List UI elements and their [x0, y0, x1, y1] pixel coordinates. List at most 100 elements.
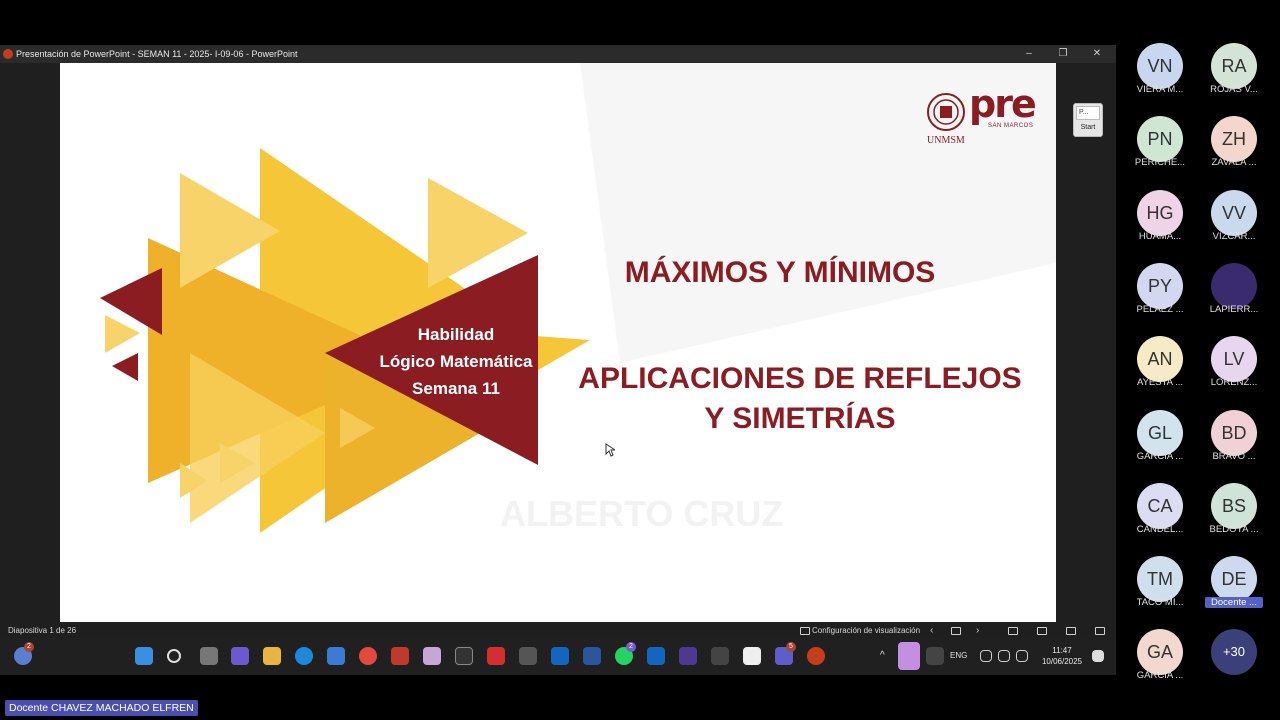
weather-badge: 2	[24, 642, 34, 652]
windows-start-icon[interactable]	[135, 647, 153, 665]
start-presentation-button[interactable]: P... Start	[1073, 103, 1103, 137]
acrobat-icon[interactable]	[487, 647, 505, 665]
slide-decoration	[100, 63, 1056, 533]
close-button[interactable]: ✕	[1080, 45, 1114, 63]
app-icon[interactable]	[391, 647, 409, 665]
copilot-icon[interactable]	[231, 647, 249, 665]
participant-name: GARCIA ...	[1136, 670, 1184, 682]
slide-menu-icon[interactable]	[951, 627, 961, 635]
teams-badge: 5	[786, 642, 796, 652]
participant-tile[interactable]: PN PERICHE...	[1127, 116, 1193, 186]
pen-icon[interactable]	[926, 647, 944, 665]
more-participants-button[interactable]: +30	[1211, 629, 1257, 676]
app2-icon[interactable]	[679, 647, 697, 665]
reading-view-icon[interactable]	[1066, 627, 1076, 635]
participant-tile[interactable]: ZH ZAVALA ...	[1201, 116, 1267, 186]
participant-tile[interactable]: RA ROJAS V...	[1201, 43, 1267, 113]
unmsm-seal-icon	[927, 93, 965, 131]
language-indicator[interactable]: ENG	[950, 651, 967, 660]
minimize-button[interactable]: –	[1012, 45, 1046, 63]
logo-unmsm-text: UNMSM	[927, 135, 965, 146]
restore-button[interactable]: ❐	[1046, 45, 1080, 63]
participant-name: LAPIERR...	[1209, 303, 1259, 315]
normal-view-icon[interactable]	[1008, 627, 1018, 635]
microphone-icon[interactable]	[898, 642, 920, 670]
slide-sorter-icon[interactable]	[1037, 627, 1047, 635]
logo-pre-text: pre	[969, 82, 1037, 126]
chrome-icon[interactable]	[359, 647, 377, 665]
outlook-new-icon[interactable]	[647, 647, 665, 665]
display-settings-link[interactable]: Configuración de visualización	[812, 624, 920, 638]
snipping-icon[interactable]	[519, 647, 537, 665]
participant-avatar: VN	[1137, 43, 1183, 89]
participant-avatar: AN	[1137, 336, 1183, 383]
logo-san-marcos-text: SAN MARCOS	[988, 123, 1034, 129]
participant-name: ROJAS V...	[1210, 84, 1258, 95]
participant-avatar: GA	[1137, 629, 1183, 676]
participant-tile[interactable]: BD BRAVO ...	[1201, 409, 1267, 480]
participant-tile[interactable]: TM TACO MI...	[1127, 556, 1193, 626]
notification-icon[interactable]	[1092, 650, 1104, 662]
participant-tile[interactable]: AN AYESTA ...	[1127, 336, 1193, 406]
store-icon[interactable]	[327, 647, 345, 665]
participant-name: AYESTA ...	[1136, 377, 1184, 389]
powerpoint-taskbar-icon[interactable]	[807, 647, 825, 665]
slide-counter: Diapositiva 1 de 26	[8, 626, 77, 635]
participant-tile[interactable]: GA GARCIA ...	[1127, 629, 1193, 699]
participant-tile[interactable]: +30	[1201, 629, 1267, 699]
xp-pen-icon[interactable]	[455, 647, 473, 665]
app4-icon[interactable]	[743, 647, 761, 665]
outlook-icon[interactable]	[551, 647, 569, 665]
tray-overflow-icon[interactable]: ^	[880, 650, 885, 661]
display-settings-icon[interactable]	[800, 627, 810, 635]
participant-tile[interactable]: DE Docente ...	[1201, 556, 1267, 626]
app3-icon[interactable]	[711, 647, 729, 665]
participant-avatar: TM	[1137, 556, 1183, 603]
participant-avatar: RA	[1211, 43, 1257, 89]
participant-name: BEDOYA ...	[1209, 523, 1259, 535]
participant-tile[interactable]: VN VIERA M...	[1127, 43, 1193, 113]
powerpoint-icon	[3, 49, 13, 59]
participant-tile[interactable]: GL GARCIA ...	[1127, 409, 1193, 480]
task-view-icon[interactable]	[200, 647, 218, 665]
volume-icon[interactable]	[998, 650, 1010, 662]
subject-label: Habilidad Lógico Matemática Semana 11	[366, 321, 546, 402]
participant-tile[interactable]: LAPIERR...	[1201, 262, 1267, 333]
whatsapp-badge: 2	[626, 642, 636, 652]
battery-icon[interactable]	[1016, 650, 1028, 662]
participant-tile[interactable]: CA CANDEL...	[1127, 482, 1193, 553]
slideshow-view-icon[interactable]	[1095, 627, 1105, 635]
participant-avatar: BD	[1211, 409, 1257, 456]
participant-name: GARCIA ...	[1136, 450, 1184, 462]
next-slide-icon[interactable]: ›	[976, 624, 979, 638]
watermark-text: ALBERTO CRUZ	[500, 493, 784, 534]
clock-time: 11:47	[1052, 646, 1072, 655]
paint-icon[interactable]	[423, 647, 441, 665]
mouse-cursor-icon	[605, 443, 615, 457]
participant-tile[interactable]: VV VIZCAR...	[1201, 189, 1267, 260]
participant-avatar: DE	[1211, 556, 1257, 603]
participant-avatar	[1211, 262, 1257, 309]
subject-line: Semana 11	[412, 379, 500, 398]
participant-avatar: BS	[1211, 482, 1257, 529]
network-icon[interactable]	[980, 650, 992, 662]
participant-name: PERICHE...	[1134, 157, 1186, 169]
participant-name: VIERA M...	[1136, 84, 1184, 95]
word-icon[interactable]	[583, 647, 601, 665]
participant-tile[interactable]: PY PELAEZ ...	[1127, 262, 1193, 333]
slide-title: MÁXIMOS Y MÍNIMOS	[624, 256, 936, 289]
participant-avatar: PN	[1137, 116, 1183, 163]
file-explorer-icon[interactable]	[263, 647, 281, 665]
participant-name: LORENZ...	[1210, 377, 1258, 389]
search-icon[interactable]	[167, 649, 181, 663]
participant-tile[interactable]: LV LORENZ...	[1201, 336, 1267, 406]
edge-icon[interactable]	[295, 647, 313, 665]
participant-tile[interactable]: HG HUAMA...	[1127, 189, 1193, 260]
previous-slide-icon[interactable]: ‹	[930, 624, 933, 638]
participant-avatar: LV	[1211, 336, 1257, 383]
participant-name: HUAMA...	[1138, 230, 1182, 242]
system-clock[interactable]: 11:47 10/06/2025	[1034, 645, 1090, 667]
participant-avatar: PY	[1137, 262, 1183, 309]
participant-tile[interactable]: BS BEDOYA ...	[1201, 482, 1267, 553]
slide-subtitle: APLICACIONES DE REFLEJOS Y SIMETRÍAS	[578, 362, 1022, 435]
